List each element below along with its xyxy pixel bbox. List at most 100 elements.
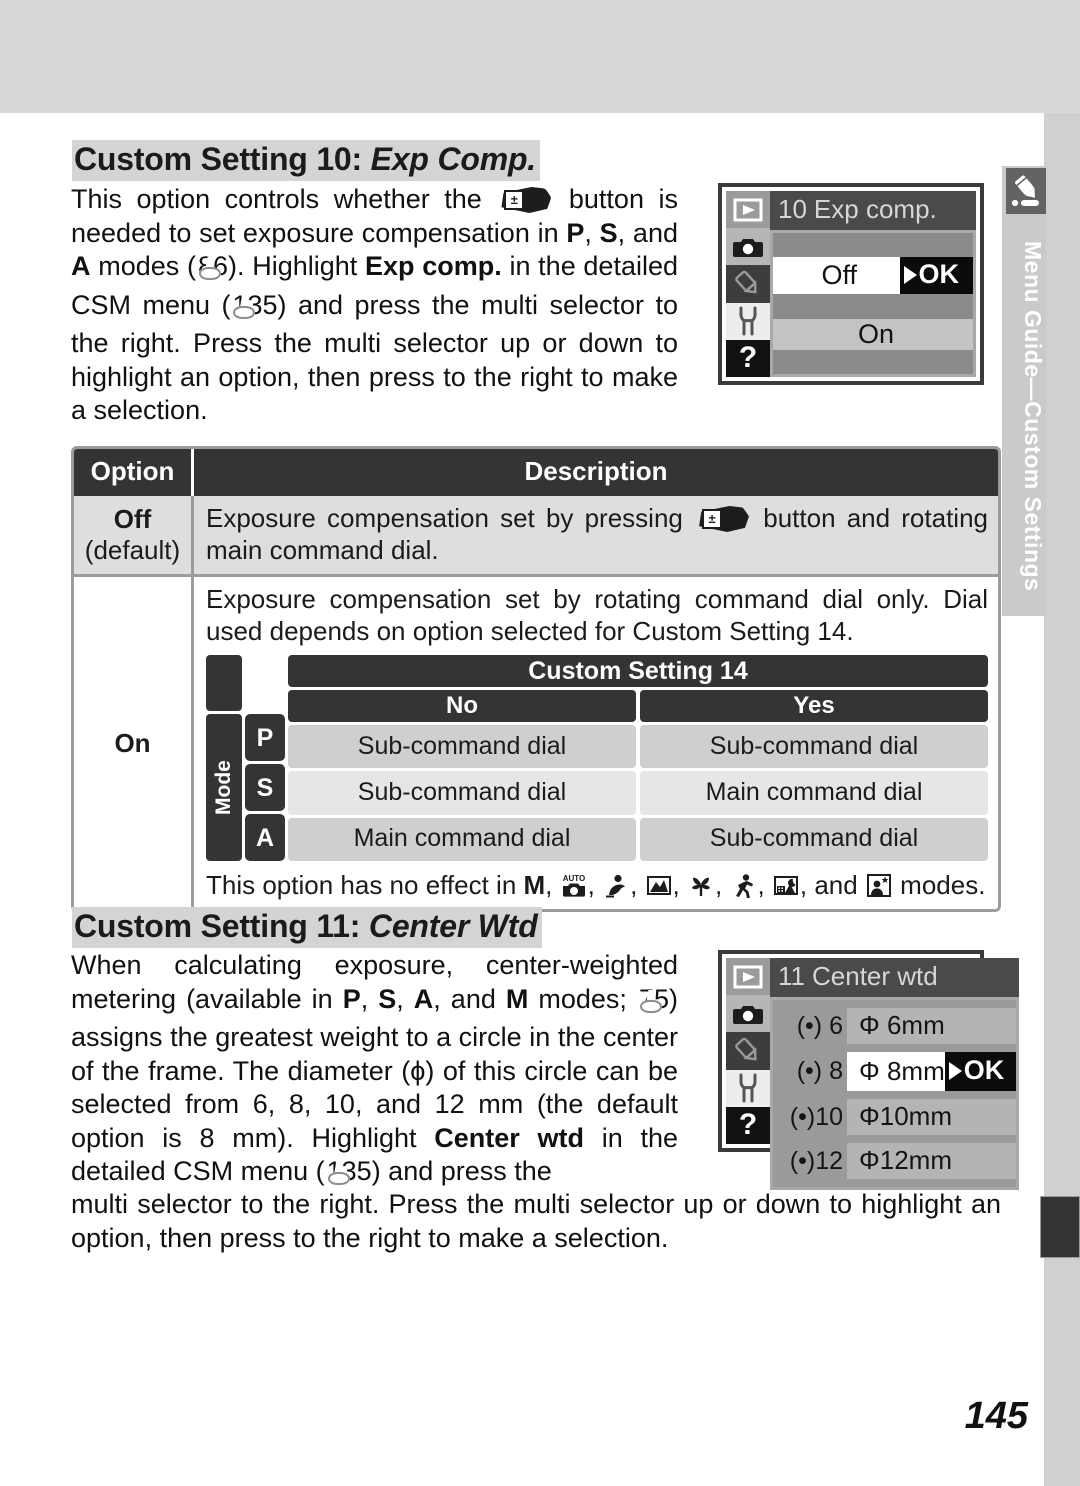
custom-settings-pencil-icon[interactable] [726,265,770,303]
lcd-exp-comp-menu: ? 10 Exp comp. Off OK On [718,183,984,385]
custom-settings-pencil-icon[interactable] [726,1032,770,1070]
text-run: , [587,870,603,900]
pencil-icon [1006,168,1046,214]
ok-badge[interactable]: OK [899,257,973,295]
svg-text:AUTO: AUTO [562,874,585,883]
menu-item-center-wtd: Center wtd [434,1122,584,1153]
lcd-title-number: 11 [778,961,805,991]
lcd-title-number: 10 [778,194,807,224]
text-run: , [630,870,645,900]
center-weighted-metering-icon-8: (•) 8 [796,1057,843,1085]
mode-axis-column: Mode [206,655,242,861]
center-weighted-metering-icon-12: (•)12 [789,1146,843,1175]
lcd-title-bar: 10 Exp comp. [770,191,976,230]
landscape-mode-icon [646,873,672,898]
custom-setting-14-title: Custom Setting 14 [288,655,988,687]
mode-axis-corner [206,655,242,711]
text-run: modes; [528,983,637,1014]
shooting-menu-icon[interactable] [726,228,770,266]
column-header-yes: Yes [640,690,988,722]
mode-key-a: A [245,814,285,861]
text-run: , [545,870,560,900]
ok-label: OK [963,1055,1005,1085]
description-text: Exposure compensation set by rotating co… [206,584,988,646]
setup-wrench-icon[interactable] [726,1069,770,1107]
lcd-spacer [773,1091,1016,1099]
night-portrait-mode-icon [866,873,892,898]
cell-a-no: Main command dial [288,817,636,861]
description-cell-on: Exposure compensation set by rotating co… [194,577,998,909]
option-cell-off: Off (default) [74,496,194,574]
csm14-row-a: Main command dial Sub-command dial [288,817,988,861]
mode-a-label: A [71,251,91,281]
center-weighted-metering-icon-10: (•)10 [789,1102,843,1131]
text-run: , [714,870,730,900]
lcd-option-row-12mm[interactable]: (•)12 Φ12mm [773,1143,1017,1179]
lcd-title-bar: 11 Center wtd [770,958,1020,997]
sports-mode-icon [730,873,756,898]
lcd-option-list: (•) 6 Φ 6mm (•) 8 Φ 8mm OK (•)10 Φ10mm (… [770,997,1020,1190]
option-name: On [114,727,151,758]
lcd-option-label: Φ12mm [847,1143,1017,1179]
close-up-mode-icon [688,873,714,898]
column-header-option: Option [74,449,194,496]
help-question-icon[interactable]: ? [726,1106,770,1145]
text-run: , [584,217,600,248]
lcd-option-label: Φ 8mm [859,1056,945,1086]
lcd-sidebar: ? [726,958,770,1145]
center-weighted-metering-icon-6: (•) 6 [796,1011,843,1040]
lcd-center-wtd-menu: ? 11 Center wtd (•) 6 Φ 6mm (•) 8 Φ 8mm O… [718,950,1020,1190]
column-header-description: Description [194,449,998,496]
mode-key-s: S [245,764,285,811]
section-11-paragraph-b: multi selector to the right. Press the m… [71,1189,1001,1253]
auto-mode-icon: AUTO [561,873,587,898]
lcd-option-row-6mm[interactable]: (•) 6 Φ 6mm [773,1008,1017,1044]
right-arrow-icon [948,1061,962,1080]
mode-m-label: M [523,870,546,900]
lcd-spacer [773,1000,1016,1008]
cell-p-no: Sub-command dial [288,725,636,769]
playback-icon[interactable] [726,191,770,229]
table-header-row: Option Description [74,449,998,496]
page-side-rail [1044,113,1080,1486]
shooting-menu-icon[interactable] [726,995,770,1033]
lcd-option-row-content: Φ 8mm OK [847,1052,1017,1091]
exposure-compensation-button-icon: ± [697,506,750,532]
text-run: , [672,870,687,900]
lcd-option-row-off[interactable]: Off OK [773,257,973,295]
ok-badge[interactable]: OK [944,1052,1017,1091]
lcd-spacer [773,233,973,257]
text-run: , and [433,983,506,1014]
lcd-title-text: Exp comp. [813,194,937,224]
page-edge-marker [1040,1196,1080,1258]
lcd-option-row-8mm[interactable]: (•) 8 Φ 8mm OK [773,1052,1017,1091]
lcd-spacer [773,1135,1016,1143]
setup-wrench-icon[interactable] [726,302,770,340]
mode-a-label: A [413,983,434,1014]
mode-key-p: P [245,714,285,761]
csm14-row-p: Sub-command dial Sub-command dial [288,725,988,769]
custom-setting-14-grid: Custom Setting 14 No Yes Sub-command dia… [288,655,988,861]
lcd-option-label: On [857,318,895,349]
footnote-no-effect-modes: This option has no effect in M, AUTO, , … [206,867,988,901]
text-run: , [360,983,379,1014]
page-top-band [0,0,1080,113]
text-run: modes. [892,870,986,900]
playback-icon[interactable] [726,958,770,996]
text-run: modes ( [90,251,196,281]
table-row-off: Off (default) Exposure compensation set … [74,496,998,574]
lcd-option-list: Off OK On [770,230,976,377]
mode-s-label: S [378,983,397,1014]
lcd-spacer [773,1179,1016,1187]
description-cell-off: Exposure compensation set by pressing ± … [194,496,998,574]
section-11-heading: Custom Setting 11: Center Wtd [72,907,542,948]
help-question-icon[interactable]: ? [726,339,770,378]
section-10-heading: Custom Setting 10: Exp Comp. [72,140,540,181]
text-run: , and [617,217,678,248]
ok-label: OK [918,259,960,290]
lcd-option-row-10mm[interactable]: (•)10 Φ10mm [773,1099,1017,1135]
text-run: , and [799,870,865,900]
cell-s-yes: Main command dial [640,771,988,815]
section-10-heading-prefix: Custom Setting 10: [74,141,371,177]
lcd-option-row-on[interactable]: On [773,318,973,350]
